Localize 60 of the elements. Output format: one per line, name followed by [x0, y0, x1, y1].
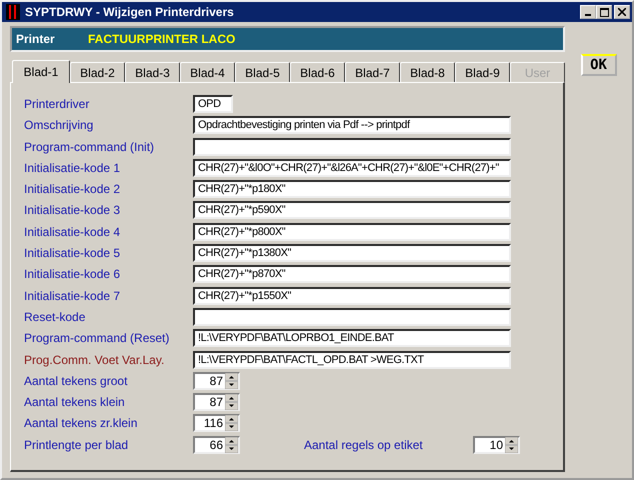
printer-label: Printer	[15, 32, 56, 46]
field-label: Program-command (Init)	[24, 140, 156, 154]
field-label: Initialisatie-kode 1	[24, 160, 122, 175]
input-field[interactable]: !L:\VERYPDF\BAT\LOPRBO1_EINDE.BAT	[193, 329, 511, 348]
input-field[interactable]: CHR(27)+"*p1550X"	[193, 286, 511, 305]
field-label: Reset-kode	[24, 310, 86, 324]
field-label: Aantal regels op etiket	[304, 438, 424, 452]
spin-arrows-icon	[225, 372, 238, 389]
field-label: Initialisatie-kode 5	[24, 246, 122, 260]
spin-field[interactable]: 87	[193, 393, 240, 412]
spin-arrows-icon	[225, 394, 238, 410]
close-icon	[618, 8, 626, 16]
input-field[interactable]: !L:\VERYPDF\BAT\FACTL_OPD.BAT >WEG.TXT	[193, 350, 511, 369]
field-label: Initialisatie-kode 6	[24, 267, 122, 282]
tab[interactable]: Blad-9	[455, 62, 510, 82]
spin-field[interactable]: 10	[473, 436, 520, 454]
field-label: Program-command (Reset)	[24, 331, 170, 346]
input-field[interactable]: CHR(27)+"&l0O"+CHR(27)+"&l26A"+CHR(27)+"&l0E"+CHR(27)+"	[193, 158, 511, 177]
field-label: Initialisatie-kode 3	[24, 203, 122, 218]
printer-name: FACTUURPRINTER LACO	[88, 32, 236, 46]
spin-field[interactable]: 66	[193, 436, 240, 454]
field-label: Aantal tekens groot	[24, 374, 128, 388]
input-field[interactable]	[193, 138, 511, 156]
spin-arrows-icon	[225, 436, 238, 453]
input-field[interactable]: CHR(27)+"*p1380X"	[193, 244, 511, 262]
tab[interactable]: Blad-5	[235, 62, 290, 82]
field-label: Initialisatie-kode 4	[24, 224, 122, 239]
input-field[interactable]: CHR(27)+"*p870X"	[193, 265, 511, 284]
tab[interactable]: Blad-1	[12, 60, 70, 83]
input-field[interactable]: OPD	[193, 95, 233, 113]
field-label: Printerdriver	[24, 97, 90, 111]
input-field[interactable]: CHR(27)+"*p180X"	[193, 180, 511, 198]
input-field[interactable]: CHR(27)+"*p590X"	[193, 201, 511, 220]
input-field[interactable]: CHR(27)+"*p800X"	[193, 222, 511, 241]
input-field[interactable]: Opdrachtbevestiging printen via Pdf --> printpdf	[193, 116, 511, 134]
field-label: Aantal tekens klein	[24, 395, 126, 410]
field-label: Printlengte per blad	[24, 438, 130, 452]
close-button[interactable]	[614, 5, 630, 19]
spin-arrows-icon	[225, 415, 238, 432]
field-label: Initialisatie-kode 7	[24, 288, 122, 303]
spin-arrows-icon	[505, 436, 518, 453]
ok-button[interactable]: OK	[580, 54, 616, 76]
tab[interactable]: Blad-7	[345, 62, 400, 82]
spin-field[interactable]: 87	[193, 372, 240, 390]
tab[interactable]: Blad-4	[180, 62, 235, 82]
field-label: Prog.Comm. Voet Var.Lay.	[24, 352, 166, 367]
window-title: SYPTDRWY - Wijzigen Printerdrivers	[25, 5, 235, 19]
minimize-button[interactable]	[580, 5, 596, 19]
field-label: Aantal tekens zr.klein	[24, 416, 138, 430]
tab[interactable]: Blad-8	[400, 62, 455, 82]
tab[interactable]: Blad-3	[125, 62, 180, 82]
tab[interactable]: Blad-2	[70, 62, 125, 82]
maximize-button[interactable]	[596, 5, 612, 19]
input-field[interactable]	[193, 308, 511, 326]
field-label: Initialisatie-kode 2	[24, 182, 122, 196]
spin-field[interactable]: 116	[193, 414, 240, 432]
tab[interactable]: Blad-6	[290, 62, 345, 82]
maximize-icon	[600, 8, 608, 16]
field-label: Omschrijving	[24, 118, 94, 132]
app-icon	[6, 4, 20, 20]
